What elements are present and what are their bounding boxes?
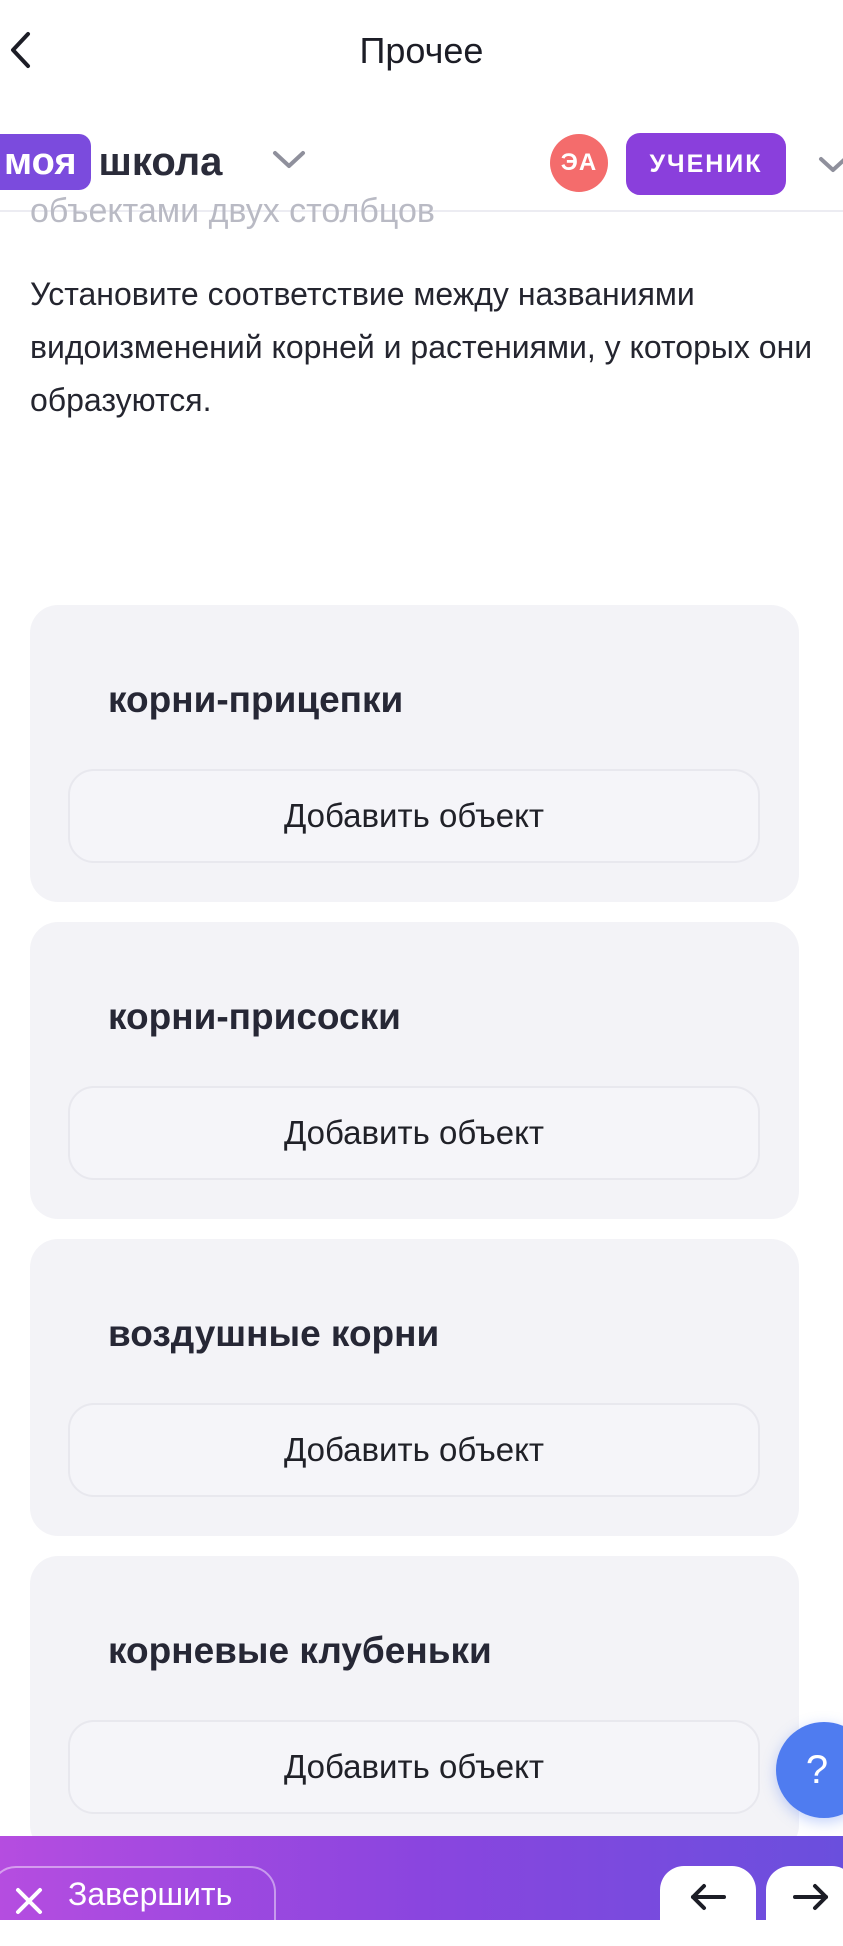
add-object-button[interactable]: Добавить объект [68,1720,760,1814]
match-group-title: воздушные корни [108,1313,440,1354]
school-logo[interactable]: моя школа [0,134,222,190]
question-text: Установите соответствие между названиями… [30,276,813,418]
chevron-down-icon[interactable] [818,156,843,174]
match-group-card: воздушные корни Добавить объект [30,1239,799,1536]
page-title: Прочее [359,30,484,71]
finish-button[interactable]: Завершить [0,1866,276,1946]
task-instruction-partial: объектами двух столбцов [30,193,435,229]
match-group-title: корневые клубеньки [108,1630,492,1671]
next-button[interactable] [766,1866,843,1946]
match-group-card: корни-присоски Добавить объект [30,922,799,1219]
user-avatar[interactable]: ЭА [550,134,608,192]
logo-word-moya: моя [0,134,91,190]
match-group-title: корни-прицепки [108,679,404,720]
role-badge[interactable]: УЧЕНИК [626,133,786,195]
add-object-button[interactable]: Добавить объект [68,1403,760,1497]
chevron-down-icon[interactable] [272,150,306,170]
match-group-card: корневые клубеньки Добавить объект [30,1556,799,1853]
close-icon [16,1888,42,1914]
match-group-card: корни-прицепки Добавить объект [30,605,799,902]
add-object-button[interactable]: Добавить объект [68,769,760,863]
top-nav-bar: Прочее [0,0,843,104]
bottom-action-bar: Завершить [0,1836,843,1946]
add-object-button[interactable]: Добавить объект [68,1086,760,1180]
prev-button[interactable] [660,1866,756,1946]
help-icon: ? [805,1747,829,1792]
arrow-right-icon [793,1884,828,1910]
finish-label: Завершить [68,1876,233,1912]
match-group-title: корни-присоски [108,996,401,1037]
arrow-left-icon [691,1884,726,1910]
logo-word-shkola: школа [98,140,223,184]
